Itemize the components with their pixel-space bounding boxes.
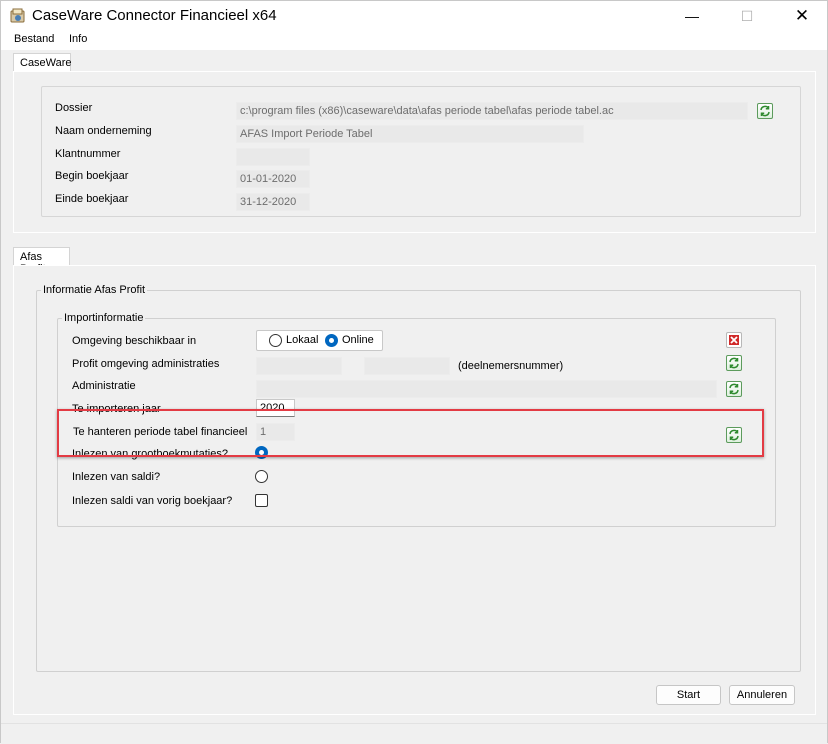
refresh-icon xyxy=(729,357,739,369)
saldi-radio[interactable] xyxy=(255,470,268,483)
profit-omgeving-field[interactable] xyxy=(256,357,342,375)
window-title: CaseWare Connector Financieel x64 xyxy=(32,7,277,24)
saldi-label: Inlezen van saldi? xyxy=(72,471,161,483)
afas-panel: Informatie Afas Profit Importinformatie … xyxy=(13,265,816,715)
klantnummer-label: Klantnummer xyxy=(55,148,121,160)
naam-field[interactable]: AFAS Import Periode Tabel xyxy=(236,125,584,143)
online-radio[interactable] xyxy=(325,334,338,347)
omgeving-label: Omgeving beschikbaar in xyxy=(72,335,197,347)
start-button[interactable]: Start xyxy=(656,685,721,705)
administratie-field[interactable] xyxy=(256,380,717,398)
profit-omgeving-refresh-button[interactable] xyxy=(726,355,742,371)
saldi-vorig-label: Inlezen saldi van vorig boekjaar? xyxy=(72,495,233,507)
deelnemersnummer-label: (deelnemersnummer) xyxy=(458,360,564,372)
dossier-label: Dossier xyxy=(55,102,93,114)
status-bar xyxy=(1,723,827,744)
lokaal-radio[interactable] xyxy=(269,334,282,347)
deelnemersnummer-field[interactable] xyxy=(364,357,450,375)
tab-caseware[interactable]: CaseWare xyxy=(13,53,72,71)
saldi-vorig-checkbox[interactable] xyxy=(255,494,268,507)
dossier-refresh-button[interactable] xyxy=(757,103,773,119)
administratie-label: Administratie xyxy=(72,380,136,392)
menu-bestand[interactable]: Bestand xyxy=(14,33,54,45)
refresh-icon xyxy=(729,383,739,395)
lokaal-label: Lokaal xyxy=(286,334,319,346)
highlight-annotation xyxy=(57,409,764,457)
minimize-button[interactable]: — xyxy=(669,1,715,31)
maximize-button[interactable]: ☐ xyxy=(724,1,770,31)
red-x-icon xyxy=(729,335,739,345)
refresh-icon xyxy=(760,105,770,117)
annuleren-button[interactable]: Annuleren xyxy=(729,685,795,705)
naam-label: Naam onderneming xyxy=(55,125,152,137)
online-label: Online xyxy=(342,334,374,346)
caseware-app-icon xyxy=(10,8,26,24)
app-window: CaseWare Connector Financieel x64 — ☐ ✕ … xyxy=(0,0,828,744)
begin-boekjaar-field[interactable]: 01-01-2020 xyxy=(236,170,310,188)
klantnummer-field[interactable] xyxy=(236,148,310,166)
profit-omgeving-label: Profit omgeving administraties xyxy=(72,358,220,370)
title-bar: CaseWare Connector Financieel x64 — ☐ ✕ xyxy=(1,1,827,31)
close-button[interactable]: ✕ xyxy=(779,1,825,31)
caseware-panel: Dossier c:\program files (x86)\caseware\… xyxy=(13,71,816,233)
import-info-title: Importinformatie xyxy=(62,312,146,324)
menu-bar: Bestand Info xyxy=(1,31,827,50)
clear-environment-button[interactable] xyxy=(726,332,742,348)
begin-boekjaar-label: Begin boekjaar xyxy=(55,170,129,182)
afas-info-title: Informatie Afas Profit xyxy=(41,284,148,296)
menu-info[interactable]: Info xyxy=(69,33,87,45)
einde-boekjaar-label: Einde boekjaar xyxy=(55,193,129,205)
administratie-refresh-button[interactable] xyxy=(726,381,742,397)
tab-afas-profit[interactable]: Afas Profit xyxy=(13,247,70,275)
dossier-field[interactable]: c:\program files (x86)\caseware\data\afa… xyxy=(236,102,748,120)
einde-boekjaar-field[interactable]: 31-12-2020 xyxy=(236,193,310,211)
